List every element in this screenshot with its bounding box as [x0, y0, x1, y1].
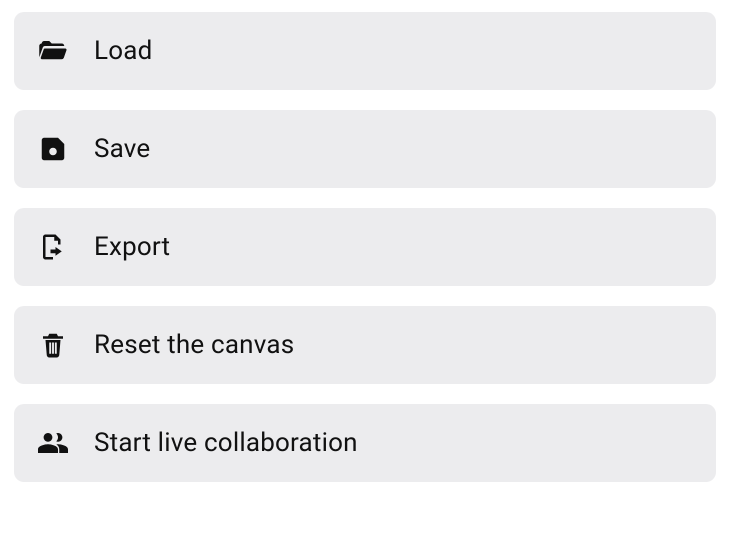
save-icon [36, 132, 70, 166]
menu-item-label: Export [94, 232, 170, 262]
menu-item-label: Load [94, 36, 152, 66]
menu-item-label: Reset the canvas [94, 330, 294, 360]
menu-item-label: Save [94, 134, 150, 164]
menu-item-save[interactable]: Save [14, 110, 716, 188]
menu-item-collab[interactable]: Start live collaboration [14, 404, 716, 482]
trash-icon [36, 328, 70, 362]
menu-item-label: Start live collaboration [94, 428, 358, 458]
menu-item-reset[interactable]: Reset the canvas [14, 306, 716, 384]
folder-open-icon [36, 34, 70, 68]
menu-list: Load Save Export Reset the canvas Start … [14, 12, 716, 482]
export-icon [36, 230, 70, 264]
menu-item-export[interactable]: Export [14, 208, 716, 286]
menu-item-load[interactable]: Load [14, 12, 716, 90]
people-icon [36, 426, 70, 460]
